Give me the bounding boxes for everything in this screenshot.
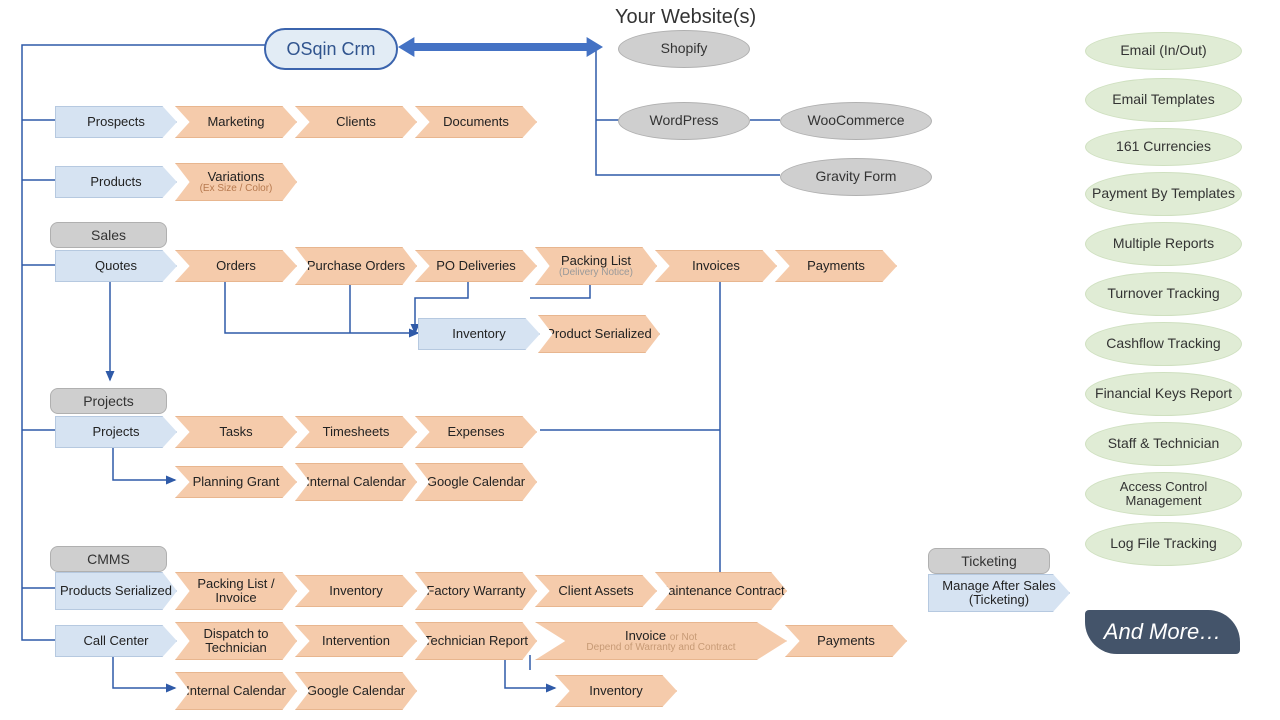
feat-reports: Multiple Reports xyxy=(1085,222,1242,266)
feat-email-io: Email (In/Out) xyxy=(1085,32,1242,70)
step-projects: Projects xyxy=(55,416,177,448)
step-payments-c: Payments xyxy=(785,625,907,657)
websites-title: Your Website(s) xyxy=(615,6,756,29)
feat-access: Access Control Management xyxy=(1085,472,1242,516)
feat-logfile: Log File Tracking xyxy=(1085,522,1242,566)
invoice-label: Invoice xyxy=(625,628,666,643)
step-intervention: Intervention xyxy=(295,625,417,657)
step-google-cal-c: Google Calendar xyxy=(295,672,417,710)
step-client-assets: Client Assets xyxy=(535,575,657,607)
website-woocommerce: WooCommerce xyxy=(780,102,932,140)
website-gravity: Gravity Form xyxy=(780,158,932,196)
step-maint: Maintenance Contract xyxy=(655,572,787,610)
feat-fin-keys: Financial Keys Report xyxy=(1085,372,1242,416)
step-inventory2: Inventory xyxy=(555,675,677,707)
variations-label: Variations xyxy=(208,170,265,184)
step-orders: Orders xyxy=(175,250,297,282)
step-tasks: Tasks xyxy=(175,416,297,448)
invoice-sub1: or Not xyxy=(670,632,697,643)
step-documents: Documents xyxy=(415,106,537,138)
and-more-button[interactable]: And More… xyxy=(1085,610,1240,654)
section-projects: Projects xyxy=(50,388,167,414)
step-planning: Planning Grant xyxy=(175,466,297,498)
step-payments: Payments xyxy=(775,250,897,282)
step-timesheets: Timesheets xyxy=(295,416,417,448)
step-variations: Variations (Ex Size / Color) xyxy=(175,163,297,201)
website-wordpress: WordPress xyxy=(618,102,750,140)
step-quotes: Quotes xyxy=(55,250,177,282)
feat-turnover: Turnover Tracking xyxy=(1085,272,1242,316)
step-packing: Packing List (Delivery Notice) xyxy=(535,247,657,285)
packing-label: Packing List xyxy=(561,254,631,268)
step-internal-cal: Internal Calendar xyxy=(295,463,417,501)
step-packing-inv: Packing List / Invoice xyxy=(175,572,297,610)
step-po: Purchase Orders xyxy=(295,247,417,285)
packing-sub: (Delivery Notice) xyxy=(559,268,633,279)
step-prod-ser: Products Serialized xyxy=(55,572,177,610)
step-internal-cal-c: Internal Calendar xyxy=(175,672,297,710)
feat-email-tpl: Email Templates xyxy=(1085,78,1242,122)
step-inventory: Inventory xyxy=(418,318,540,350)
website-shopify: Shopify xyxy=(618,30,750,68)
section-sales: Sales xyxy=(50,222,167,248)
step-serialized: Product Serialized xyxy=(538,315,660,353)
step-ticketing: Manage After Sales (Ticketing) xyxy=(928,574,1070,612)
diagram-stage: OSqin Crm Your Website(s) Shopify WordPr… xyxy=(0,0,1280,720)
step-dispatch: Dispatch to Technician xyxy=(175,622,297,660)
feat-pay-tpl: Payment By Templates xyxy=(1085,172,1242,216)
feat-currencies: 161 Currencies xyxy=(1085,128,1242,166)
step-invoices: Invoices xyxy=(655,250,777,282)
section-ticketing: Ticketing xyxy=(928,548,1050,574)
step-tech-report: Technician Report xyxy=(415,622,537,660)
step-prospects: Prospects xyxy=(55,106,177,138)
step-invoice-c: Invoice or Not Depend of Warranty and Co… xyxy=(535,622,787,660)
step-inventory-c: Inventory xyxy=(295,575,417,607)
step-marketing: Marketing xyxy=(175,106,297,138)
variations-sub: (Ex Size / Color) xyxy=(200,184,273,195)
step-call-center: Call Center xyxy=(55,625,177,657)
step-clients: Clients xyxy=(295,106,417,138)
step-factory: Factory Warranty xyxy=(415,572,537,610)
step-google-cal: Google Calendar xyxy=(415,463,537,501)
section-cmms: CMMS xyxy=(50,546,167,572)
step-po-deliv: PO Deliveries xyxy=(415,250,537,282)
crm-bubble: OSqin Crm xyxy=(264,28,398,70)
double-arrow-icon xyxy=(398,37,603,57)
step-products: Products xyxy=(55,166,177,198)
feat-cashflow: Cashflow Tracking xyxy=(1085,322,1242,366)
feat-staff: Staff & Technician xyxy=(1085,422,1242,466)
invoice-sub2: Depend of Warranty and Contract xyxy=(586,643,735,654)
step-expenses: Expenses xyxy=(415,416,537,448)
